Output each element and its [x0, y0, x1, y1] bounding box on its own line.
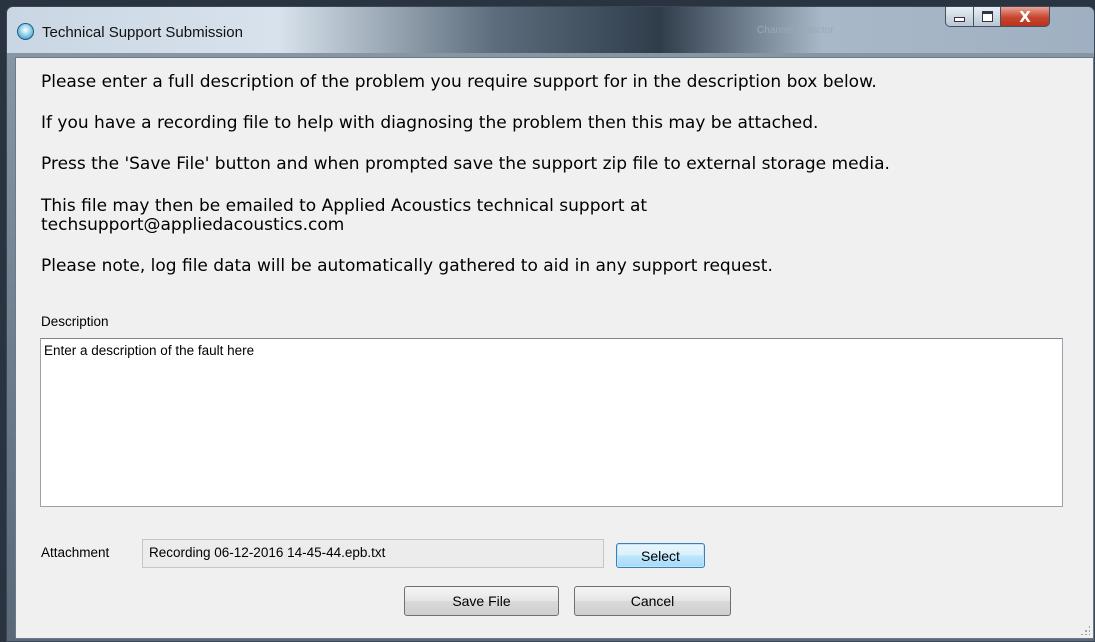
cancel-button[interactable]: Cancel — [574, 586, 731, 616]
description-label: Description — [41, 314, 109, 329]
background-window-label: Channel Selector — [757, 25, 834, 36]
close-icon: X — [1019, 7, 1031, 26]
save-file-button[interactable]: Save File — [404, 586, 559, 616]
close-button[interactable]: X — [1001, 7, 1050, 27]
minimize-button[interactable] — [945, 7, 974, 27]
support-window: Technical Support Submission Channel Sel… — [6, 6, 1095, 642]
select-attachment-button[interactable]: Select — [616, 543, 705, 568]
app-icon — [17, 23, 34, 40]
instruction-line: This file may then be emailed to Applied… — [41, 196, 648, 216]
maximize-icon — [981, 11, 993, 22]
resize-grip-icon[interactable] — [1080, 625, 1090, 635]
support-email: techsupport@appliedacoustics.com — [41, 215, 345, 235]
window-title: Technical Support Submission — [42, 24, 243, 41]
dialog-client-area: Please enter a full description of the p… — [15, 57, 1094, 639]
maximize-button[interactable] — [974, 7, 1001, 27]
attachment-label: Attachment — [41, 545, 110, 560]
instruction-line: Please note, log file data will be autom… — [41, 256, 773, 276]
instruction-line: Please enter a full description of the p… — [41, 72, 877, 92]
title-bar[interactable]: Technical Support Submission Channel Sel… — [7, 7, 1094, 53]
minimize-icon — [954, 17, 965, 22]
instruction-line: If you have a recording file to help wit… — [41, 113, 819, 133]
description-textarea[interactable]: Enter a description of the fault here — [40, 338, 1063, 507]
attachment-path-field[interactable]: Recording 06-12-2016 14-45-44.epb.txt — [142, 539, 604, 568]
instruction-line: Press the 'Save File' button and when pr… — [41, 154, 890, 174]
